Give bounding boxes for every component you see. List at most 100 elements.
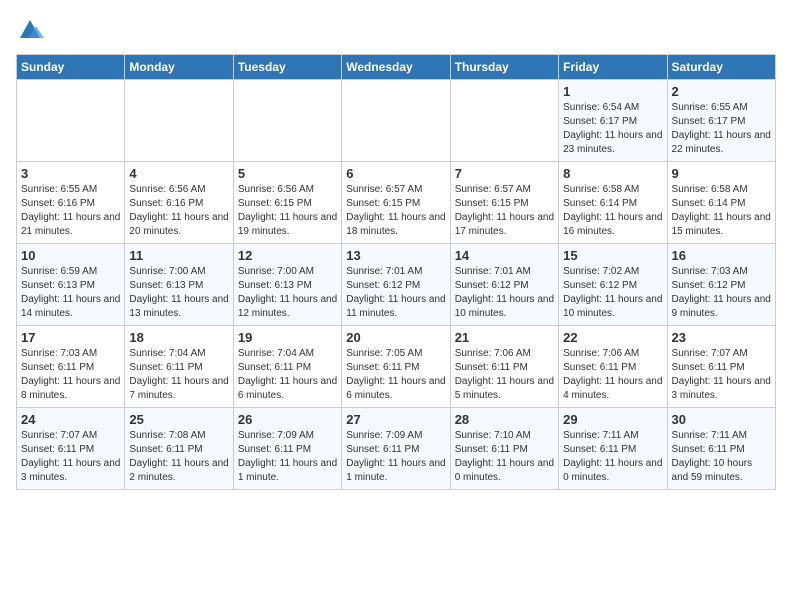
week-row-3: 10Sunrise: 6:59 AMSunset: 6:13 PMDayligh… bbox=[17, 244, 776, 326]
day-number: 29 bbox=[563, 412, 662, 427]
day-number: 24 bbox=[21, 412, 120, 427]
day-number: 21 bbox=[455, 330, 554, 345]
day-info: Sunrise: 6:56 AMSunset: 6:16 PMDaylight:… bbox=[129, 183, 228, 239]
day-info: Sunrise: 7:09 AMSunset: 6:11 PMDaylight:… bbox=[238, 429, 337, 485]
calendar-cell: 3 Sunrise: 6:55 AMSunset: 6:16 PMDaylight… bbox=[17, 162, 125, 244]
day-number: 2 bbox=[672, 84, 771, 99]
calendar-cell: 17 Sunrise: 7:03 AMSunset: 6:11 PMDayligh… bbox=[17, 326, 125, 408]
day-number: 22 bbox=[563, 330, 662, 345]
day-info: Sunrise: 7:04 AMSunset: 6:11 PMDaylight:… bbox=[129, 347, 228, 403]
calendar-cell: 7 Sunrise: 6:57 AMSunset: 6:15 PMDaylight… bbox=[450, 162, 558, 244]
day-number: 28 bbox=[455, 412, 554, 427]
day-info: Sunrise: 7:11 AMSunset: 6:11 PMDaylight:… bbox=[672, 429, 771, 485]
day-number: 25 bbox=[129, 412, 228, 427]
day-info: Sunrise: 7:11 AMSunset: 6:11 PMDaylight:… bbox=[563, 429, 662, 485]
calendar-header-row: SundayMondayTuesdayWednesdayThursdayFrid… bbox=[17, 55, 776, 80]
calendar-cell: 13 Sunrise: 7:01 AMSunset: 6:12 PMDayligh… bbox=[342, 244, 450, 326]
week-row-5: 24 Sunrise: 7:07 AMSunset: 6:11 PMDayligh… bbox=[17, 408, 776, 490]
calendar-cell bbox=[342, 80, 450, 162]
calendar-table: SundayMondayTuesdayWednesdayThursdayFrid… bbox=[16, 54, 776, 490]
day-number: 13 bbox=[346, 248, 445, 263]
calendar-cell: 21 Sunrise: 7:06 AMSunset: 6:11 PMDayligh… bbox=[450, 326, 558, 408]
header-wednesday: Wednesday bbox=[342, 55, 450, 80]
calendar-cell: 25 Sunrise: 7:08 AMSunset: 6:11 PMDayligh… bbox=[125, 408, 233, 490]
header-sunday: Sunday bbox=[17, 55, 125, 80]
day-info: Sunrise: 7:10 AMSunset: 6:11 PMDaylight:… bbox=[455, 429, 554, 485]
day-number: 23 bbox=[672, 330, 771, 345]
day-number: 11 bbox=[129, 248, 228, 263]
day-info: Sunrise: 7:07 AMSunset: 6:11 PMDaylight:… bbox=[21, 429, 120, 485]
calendar-cell: 18 Sunrise: 7:04 AMSunset: 6:11 PMDayligh… bbox=[125, 326, 233, 408]
calendar-cell: 5Sunrise: 6:56 AMSunset: 6:15 PMDaylight… bbox=[233, 162, 341, 244]
day-number: 6 bbox=[346, 166, 445, 181]
day-number: 18 bbox=[129, 330, 228, 345]
calendar-cell: 15 Sunrise: 7:02 AMSunset: 6:12 PMDayligh… bbox=[559, 244, 667, 326]
day-number: 27 bbox=[346, 412, 445, 427]
calendar-cell: 9 Sunrise: 6:58 AMSunset: 6:14 PMDaylight… bbox=[667, 162, 775, 244]
logo bbox=[16, 16, 48, 44]
day-number: 17 bbox=[21, 330, 120, 345]
day-info: Sunrise: 7:04 AMSunset: 6:11 PMDaylight:… bbox=[238, 347, 337, 403]
calendar-cell: 2 Sunrise: 6:55 AMSunset: 6:17 PMDaylight… bbox=[667, 80, 775, 162]
day-number: 26 bbox=[238, 412, 337, 427]
day-info: Sunrise: 7:09 AMSunset: 6:11 PMDaylight:… bbox=[346, 429, 445, 485]
calendar-cell: 16Sunrise: 7:03 AMSunset: 6:12 PMDayligh… bbox=[667, 244, 775, 326]
day-number: 1 bbox=[563, 84, 662, 99]
calendar-cell: 8Sunrise: 6:58 AMSunset: 6:14 PMDaylight… bbox=[559, 162, 667, 244]
day-info: Sunrise: 7:08 AMSunset: 6:11 PMDaylight:… bbox=[129, 429, 228, 485]
header-saturday: Saturday bbox=[667, 55, 775, 80]
calendar-cell: 24 Sunrise: 7:07 AMSunset: 6:11 PMDayligh… bbox=[17, 408, 125, 490]
calendar-cell bbox=[233, 80, 341, 162]
week-row-4: 17 Sunrise: 7:03 AMSunset: 6:11 PMDayligh… bbox=[17, 326, 776, 408]
day-number: 30 bbox=[672, 412, 771, 427]
calendar-cell: 27 Sunrise: 7:09 AMSunset: 6:11 PMDayligh… bbox=[342, 408, 450, 490]
calendar-cell: 10Sunrise: 6:59 AMSunset: 6:13 PMDayligh… bbox=[17, 244, 125, 326]
calendar-cell: 4 Sunrise: 6:56 AMSunset: 6:16 PMDaylight… bbox=[125, 162, 233, 244]
day-number: 9 bbox=[672, 166, 771, 181]
calendar-cell: 14 Sunrise: 7:01 AMSunset: 6:12 PMDayligh… bbox=[450, 244, 558, 326]
calendar-cell: 23 Sunrise: 7:07 AMSunset: 6:11 PMDayligh… bbox=[667, 326, 775, 408]
day-info: Sunrise: 6:58 AMSunset: 6:14 PMDaylight:… bbox=[563, 183, 662, 239]
day-info: Sunrise: 6:55 AMSunset: 6:16 PMDaylight:… bbox=[21, 183, 120, 239]
day-number: 7 bbox=[455, 166, 554, 181]
calendar-cell: 29 Sunrise: 7:11 AMSunset: 6:11 PMDayligh… bbox=[559, 408, 667, 490]
day-number: 20 bbox=[346, 330, 445, 345]
calendar-cell: 22 Sunrise: 7:06 AMSunset: 6:11 PMDayligh… bbox=[559, 326, 667, 408]
day-info: Sunrise: 7:03 AMSunset: 6:11 PMDaylight:… bbox=[21, 347, 120, 403]
header-tuesday: Tuesday bbox=[233, 55, 341, 80]
day-info: Sunrise: 7:06 AMSunset: 6:11 PMDaylight:… bbox=[563, 347, 662, 403]
day-info: Sunrise: 6:54 AMSunset: 6:17 PMDaylight:… bbox=[563, 101, 662, 157]
calendar-cell: 26 Sunrise: 7:09 AMSunset: 6:11 PMDayligh… bbox=[233, 408, 341, 490]
logo-icon bbox=[16, 16, 44, 44]
day-number: 3 bbox=[21, 166, 120, 181]
day-info: Sunrise: 6:58 AMSunset: 6:14 PMDaylight:… bbox=[672, 183, 771, 239]
day-number: 14 bbox=[455, 248, 554, 263]
day-info: Sunrise: 6:57 AMSunset: 6:15 PMDaylight:… bbox=[346, 183, 445, 239]
day-info: Sunrise: 7:01 AMSunset: 6:12 PMDaylight:… bbox=[455, 265, 554, 321]
day-info: Sunrise: 6:55 AMSunset: 6:17 PMDaylight:… bbox=[672, 101, 771, 157]
day-info: Sunrise: 7:02 AMSunset: 6:12 PMDaylight:… bbox=[563, 265, 662, 321]
day-info: Sunrise: 7:01 AMSunset: 6:12 PMDaylight:… bbox=[346, 265, 445, 321]
day-info: Sunrise: 7:00 AMSunset: 6:13 PMDaylight:… bbox=[238, 265, 337, 321]
header-friday: Friday bbox=[559, 55, 667, 80]
day-info: Sunrise: 6:59 AMSunset: 6:13 PMDaylight:… bbox=[21, 265, 120, 321]
calendar-cell: 1 Sunrise: 6:54 AMSunset: 6:17 PMDaylight… bbox=[559, 80, 667, 162]
day-info: Sunrise: 7:06 AMSunset: 6:11 PMDaylight:… bbox=[455, 347, 554, 403]
day-info: Sunrise: 7:00 AMSunset: 6:13 PMDaylight:… bbox=[129, 265, 228, 321]
calendar-cell: 11 Sunrise: 7:00 AMSunset: 6:13 PMDayligh… bbox=[125, 244, 233, 326]
calendar-body: 1 Sunrise: 6:54 AMSunset: 6:17 PMDaylight… bbox=[17, 80, 776, 490]
calendar-cell: 20 Sunrise: 7:05 AMSunset: 6:11 PMDayligh… bbox=[342, 326, 450, 408]
day-info: Sunrise: 7:05 AMSunset: 6:11 PMDaylight:… bbox=[346, 347, 445, 403]
calendar-cell: 12Sunrise: 7:00 AMSunset: 6:13 PMDayligh… bbox=[233, 244, 341, 326]
calendar-cell bbox=[450, 80, 558, 162]
day-number: 16 bbox=[672, 248, 771, 263]
day-info: Sunrise: 6:57 AMSunset: 6:15 PMDaylight:… bbox=[455, 183, 554, 239]
header-monday: Monday bbox=[125, 55, 233, 80]
week-row-1: 1 Sunrise: 6:54 AMSunset: 6:17 PMDaylight… bbox=[17, 80, 776, 162]
day-number: 19 bbox=[238, 330, 337, 345]
week-row-2: 3 Sunrise: 6:55 AMSunset: 6:16 PMDaylight… bbox=[17, 162, 776, 244]
day-info: Sunrise: 7:07 AMSunset: 6:11 PMDaylight:… bbox=[672, 347, 771, 403]
day-number: 15 bbox=[563, 248, 662, 263]
day-number: 4 bbox=[129, 166, 228, 181]
calendar-cell: 6 Sunrise: 6:57 AMSunset: 6:15 PMDaylight… bbox=[342, 162, 450, 244]
